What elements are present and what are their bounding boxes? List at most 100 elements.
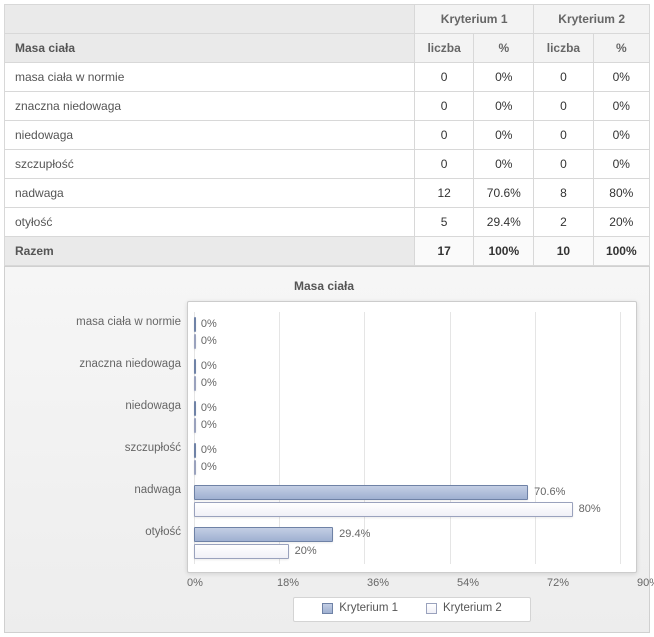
chart-bar-group: 29.4% 20% (194, 522, 620, 564)
chart-bar-group: 0%0% (194, 438, 620, 480)
table-row: nadwaga1270.6%880% (5, 179, 650, 208)
cell: 5 (415, 208, 474, 237)
col-group-1: Kryterium 1 (415, 5, 534, 34)
chart-category-label: otyłość (11, 511, 187, 553)
chart-panel: Masa ciała masa ciała w normieznaczna ni… (4, 266, 650, 633)
row-label: otyłość (5, 208, 415, 237)
chart-value-label: 0% (197, 443, 217, 458)
chart-bar-group: 70.6% 80% (194, 480, 620, 522)
chart-legend: Kryterium 1 Kryterium 2 (187, 597, 637, 622)
chart-value-label: 20% (291, 544, 317, 559)
row-label: znaczna niedowaga (5, 92, 415, 121)
legend-label: Kryterium 2 (443, 602, 502, 614)
chart-bar (194, 418, 196, 433)
cell: 0% (593, 150, 649, 179)
chart-bar (194, 485, 528, 500)
cell: 0 (415, 92, 474, 121)
chart-value-label: 80% (575, 502, 601, 517)
table-row: masa ciała w normie00%00% (5, 63, 650, 92)
chart-bar (194, 443, 196, 458)
chart-x-tick: 72% (547, 577, 637, 589)
chart-value-label: 0% (197, 334, 217, 349)
chart-x-tick: 54% (457, 577, 547, 589)
cell: 0 (534, 121, 593, 150)
chart-bar (194, 460, 196, 475)
chart-bar (194, 376, 196, 391)
cell: 0 (534, 63, 593, 92)
chart-value-label: 0% (197, 376, 217, 391)
chart-legend-item: Kryterium 2 (426, 602, 502, 614)
legend-label: Kryterium 1 (339, 602, 398, 614)
chart-bar (194, 359, 196, 374)
chart-category-label: masa ciała w normie (11, 301, 187, 343)
col-group-2: Kryterium 2 (534, 5, 650, 34)
chart-value-label: 0% (197, 401, 217, 416)
cell: 0% (593, 92, 649, 121)
table-total-row: Razem17100%10100% (5, 237, 650, 266)
section-header: Masa ciała (5, 34, 415, 63)
cell: 2 (534, 208, 593, 237)
chart-value-label: 0% (197, 359, 217, 374)
legend-swatch (426, 603, 437, 614)
cell: 0% (593, 121, 649, 150)
cell: 0 (415, 63, 474, 92)
chart-category-label: szczupłość (11, 427, 187, 469)
chart-bar-group: 0%0% (194, 396, 620, 438)
row-label: niedowaga (5, 121, 415, 150)
sub-header: % (474, 34, 534, 63)
cell: 0% (593, 63, 649, 92)
chart-bar (194, 527, 333, 542)
sub-header: liczba (534, 34, 593, 63)
chart-value-label: 0% (197, 317, 217, 332)
chart-bar-group: 0%0% (194, 354, 620, 396)
chart-value-label: 0% (197, 418, 217, 433)
chart-bar (194, 401, 196, 416)
table-row: niedowaga00%00% (5, 121, 650, 150)
cell: 29.4% (474, 208, 534, 237)
table-row: szczupłość00%00% (5, 150, 650, 179)
chart-legend-item: Kryterium 1 (322, 602, 398, 614)
cell: 0% (474, 121, 534, 150)
cell: 8 (534, 179, 593, 208)
row-label: szczupłość (5, 150, 415, 179)
sub-header: % (593, 34, 649, 63)
chart-x-tick: 36% (367, 577, 457, 589)
cell: 0% (474, 150, 534, 179)
chart-x-tick: 18% (277, 577, 367, 589)
chart-value-label: 29.4% (335, 527, 370, 542)
cell: 20% (593, 208, 649, 237)
chart-plot-area: 0%0%0%0%0%0%0%0%70.6%80%29.4%20% (187, 301, 637, 573)
chart-category-label: nadwaga (11, 469, 187, 511)
chart-bar (194, 317, 196, 332)
chart-title: Masa ciała (11, 279, 637, 293)
cell: 0% (474, 63, 534, 92)
legend-swatch (322, 603, 333, 614)
chart-value-label: 0% (197, 460, 217, 475)
chart-bar (194, 544, 289, 559)
row-label: Razem (5, 237, 415, 266)
cell: 12 (415, 179, 474, 208)
cell: 100% (474, 237, 534, 266)
table-row: otyłość529.4%220% (5, 208, 650, 237)
data-table: Kryterium 1 Kryterium 2 Masa ciała liczb… (4, 4, 650, 266)
cell: 0% (474, 92, 534, 121)
chart-x-tick: 0% (187, 577, 277, 589)
chart-category-label: niedowaga (11, 385, 187, 427)
cell: 70.6% (474, 179, 534, 208)
cell: 0 (534, 92, 593, 121)
row-label: nadwaga (5, 179, 415, 208)
cell: 80% (593, 179, 649, 208)
chart-bar-group: 0%0% (194, 312, 620, 354)
cell: 0 (415, 121, 474, 150)
chart-value-label: 70.6% (530, 485, 565, 500)
sub-header: liczba (415, 34, 474, 63)
cell: 0 (534, 150, 593, 179)
cell: 17 (415, 237, 474, 266)
chart-bar (194, 502, 573, 517)
cell: 0 (415, 150, 474, 179)
cell: 100% (593, 237, 649, 266)
row-label: masa ciała w normie (5, 63, 415, 92)
chart-bar (194, 334, 196, 349)
table-row: znaczna niedowaga00%00% (5, 92, 650, 121)
chart-category-label: znaczna niedowaga (11, 343, 187, 385)
